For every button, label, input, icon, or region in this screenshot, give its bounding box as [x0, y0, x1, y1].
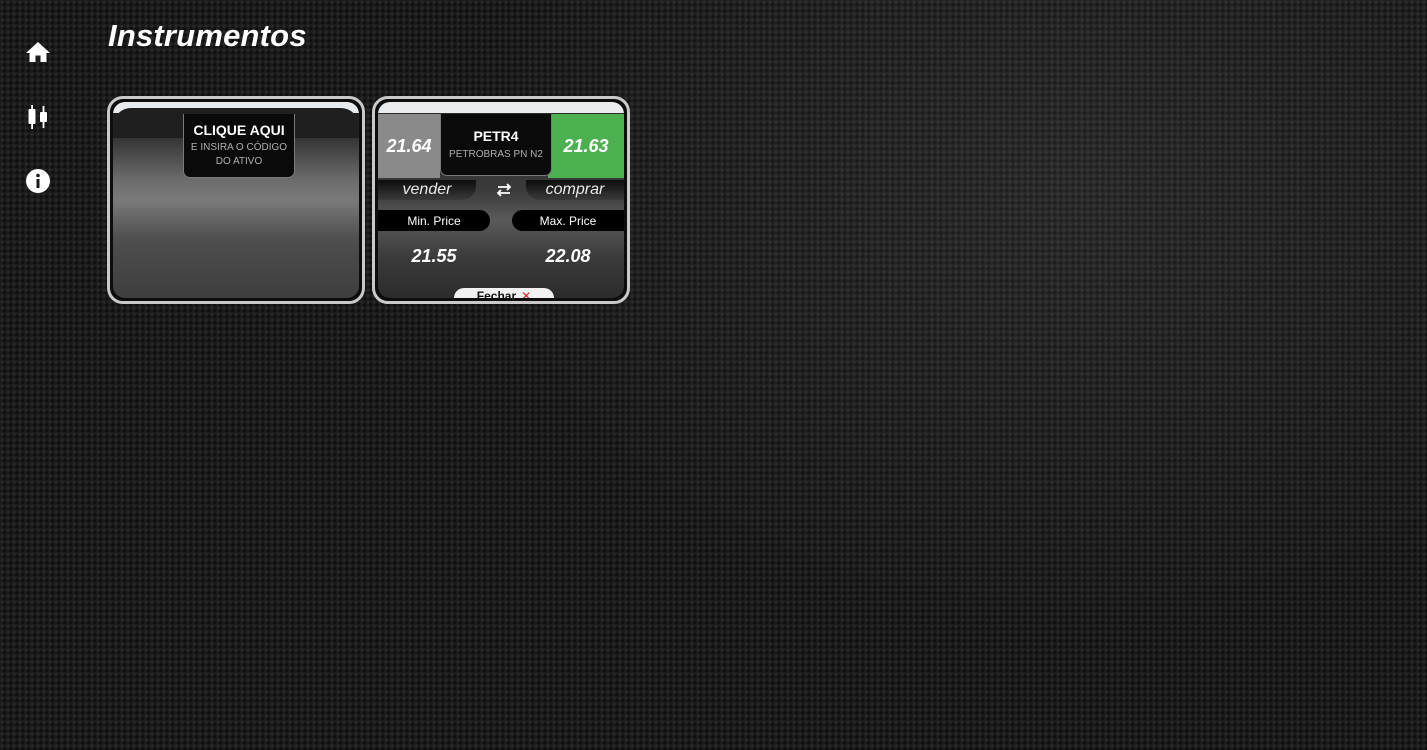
sell-price[interactable]: 21.64: [378, 114, 440, 178]
info-icon: [26, 169, 50, 193]
close-button[interactable]: Fechar ✕: [454, 288, 554, 298]
nav-info-button[interactable]: [24, 167, 52, 195]
add-instrument-subtitle: E INSIRA O CÓDIGO DO ATIVO: [190, 142, 288, 167]
swap-arrows-icon: [496, 183, 512, 197]
min-price-value: 21.55: [411, 246, 457, 266]
close-icon: ✕: [521, 289, 532, 298]
nav-instruments-button[interactable]: [24, 103, 52, 131]
max-price-value: 22.08: [545, 246, 591, 266]
close-label: Fechar: [476, 289, 517, 298]
sell-button[interactable]: vender: [378, 180, 476, 200]
nav-home-button[interactable]: [24, 38, 52, 66]
max-price-label: Max. Price: [512, 210, 624, 231]
card-top-strip: [378, 102, 624, 113]
card-body: 21.64 21.63 PETR4 PETROBRAS PN N2 vender…: [378, 102, 624, 298]
empty-instrument-card[interactable]: CLIQUE AQUI E INSIRA O CÓDIGO DO ATIVO: [107, 96, 365, 304]
ticker-name: PETROBRAS PN N2: [449, 149, 543, 160]
swap-icon[interactable]: [494, 182, 514, 198]
buy-button[interactable]: comprar: [526, 180, 624, 200]
min-price-label: Min. Price: [378, 210, 490, 231]
ticker-code: PETR4: [473, 128, 519, 144]
buy-price[interactable]: 21.63: [548, 114, 624, 178]
ticker-box[interactable]: PETR4 PETROBRAS PN N2: [440, 114, 552, 176]
instrument-card-petr4: 21.64 21.63 PETR4 PETROBRAS PN N2 vender…: [372, 96, 630, 304]
add-instrument-button[interactable]: CLIQUE AQUI E INSIRA O CÓDIGO DO ATIVO: [183, 114, 295, 178]
page-title: Instrumentos: [108, 18, 307, 53]
sidebar: [0, 0, 76, 750]
home-icon: [26, 42, 50, 62]
add-instrument-title: CLIQUE AQUI: [193, 122, 285, 138]
candlestick-chart-icon: [28, 105, 47, 129]
card-body: CLIQUE AQUI E INSIRA O CÓDIGO DO ATIVO: [113, 102, 359, 298]
